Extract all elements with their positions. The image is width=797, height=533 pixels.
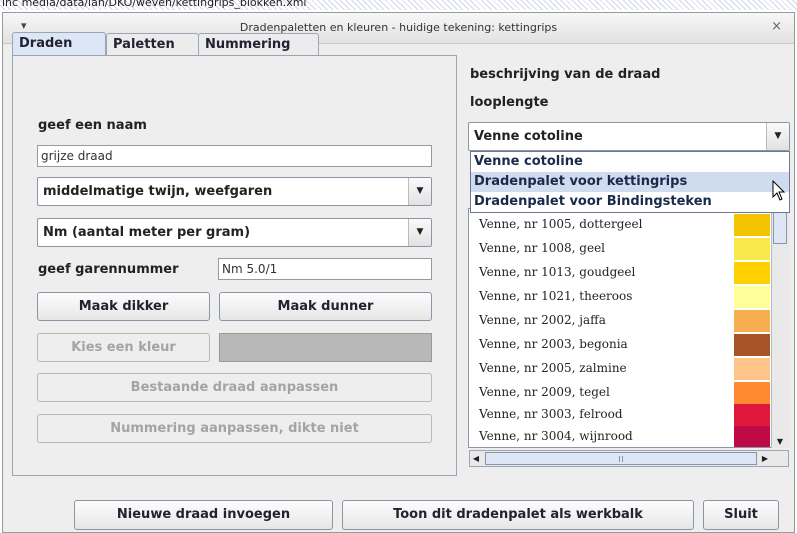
background-path-text: inc media/data/lan/DKO/weven/kettingrips… bbox=[2, 0, 307, 9]
chevron-down-icon[interactable]: ▼ bbox=[408, 178, 431, 205]
yarn-name: Venne, nr 3004, wijnrood bbox=[479, 429, 633, 443]
color-swatch bbox=[734, 238, 770, 260]
scroll-down-icon[interactable]: ▼ bbox=[772, 437, 788, 447]
dropdown-item-highlighted[interactable]: Dradenpalet voor kettingrips bbox=[471, 172, 789, 192]
count-input[interactable]: Nm 5.0/1 bbox=[218, 258, 432, 280]
list-item[interactable]: Venne, nr 2002, jaffa bbox=[469, 309, 770, 332]
thicker-button[interactable]: Maak dikker bbox=[37, 292, 210, 321]
vertical-scrollbar[interactable] bbox=[771, 208, 790, 448]
color-swatch bbox=[734, 286, 770, 308]
chevron-down-icon[interactable]: ▼ bbox=[408, 219, 431, 246]
show-toolbar-button[interactable]: Toon dit dradenpalet als werkbalk bbox=[342, 500, 694, 530]
background-window-path: inc media/data/lan/DKO/weven/kettingrips… bbox=[0, 0, 797, 10]
scroll-right-icon[interactable]: ▶ bbox=[758, 452, 772, 465]
close-icon[interactable]: × bbox=[771, 19, 782, 34]
choose-color-button[interactable]: Kies een kleur bbox=[37, 333, 210, 362]
yarn-name: Venne, nr 1005, dottergeel bbox=[479, 217, 643, 231]
color-swatch bbox=[734, 310, 770, 332]
renumber-button[interactable]: Nummering aanpassen, dikte niet bbox=[37, 414, 432, 443]
color-preview bbox=[219, 333, 432, 362]
tab-paletten[interactable]: Paletten bbox=[106, 33, 199, 56]
color-swatch bbox=[734, 404, 770, 426]
name-label: geef een naam bbox=[38, 118, 147, 133]
palette-value: Venne cotoline bbox=[474, 129, 583, 144]
yarn-name: Venne, nr 2002, jaffa bbox=[479, 313, 606, 327]
color-swatch bbox=[734, 214, 770, 236]
yarn-name: Venne, nr 2005, zalmine bbox=[479, 361, 627, 375]
chevron-down-icon[interactable]: ▼ bbox=[766, 123, 789, 150]
color-swatch bbox=[734, 426, 770, 447]
yarn-type-select[interactable]: middelmatige twijn, weefgaren ▼ bbox=[37, 177, 432, 206]
list-item[interactable]: Venne, nr 1021, theeroos bbox=[469, 285, 770, 308]
scroll-grip-icon bbox=[619, 456, 623, 462]
yarn-name: Venne, nr 1013, goudgeel bbox=[479, 265, 636, 279]
yarn-name: Venne, nr 1008, geel bbox=[479, 241, 606, 255]
color-swatch bbox=[734, 358, 770, 380]
list-item[interactable]: Venne, nr 2003, begonia bbox=[469, 333, 770, 356]
palette-dropdown-menu[interactable]: Venne cotoline Dradenpalet voor kettingr… bbox=[470, 151, 790, 213]
yarn-name: Venne, nr 3003, felrood bbox=[479, 407, 623, 421]
color-swatch bbox=[734, 334, 770, 356]
yarn-name: Venne, nr 2003, begonia bbox=[479, 337, 628, 351]
dropdown-item[interactable]: Dradenpalet voor Bindingsteken bbox=[471, 192, 789, 212]
list-item[interactable]: Venne, nr 2005, zalmine bbox=[469, 357, 770, 380]
modify-yarn-button[interactable]: Bestaande draad aanpassen bbox=[37, 373, 432, 402]
yarn-type-value: middelmatige twijn, weefgaren bbox=[43, 184, 273, 199]
count-label: geef garennummer bbox=[38, 262, 179, 277]
list-item[interactable]: Venne, nr 3004, wijnrood bbox=[469, 425, 770, 447]
scroll-left-icon[interactable]: ◀ bbox=[469, 452, 483, 465]
dropdown-item[interactable]: Venne cotoline bbox=[471, 152, 789, 172]
mouse-cursor-icon bbox=[772, 180, 786, 201]
list-item[interactable]: Venne, nr 2009, tegel bbox=[469, 381, 770, 404]
list-item[interactable]: Venne, nr 1013, goudgeel bbox=[469, 261, 770, 284]
unit-select[interactable]: Nm (aantal meter per gram) ▼ bbox=[37, 218, 432, 247]
list-item[interactable]: Venne, nr 1005, dottergeel bbox=[469, 213, 770, 236]
tab-draden[interactable]: Draden bbox=[12, 32, 106, 57]
yarn-name: Venne, nr 1021, theeroos bbox=[479, 289, 633, 303]
yarn-list[interactable]: Venne, nr 1005, dottergeel Venne, nr 100… bbox=[468, 208, 790, 448]
list-item[interactable]: Venne, nr 1008, geel bbox=[469, 237, 770, 260]
vertical-scroll-thumb[interactable] bbox=[773, 212, 787, 244]
yarn-name: Venne, nr 2009, tegel bbox=[479, 385, 610, 399]
tab-nummering[interactable]: Nummering bbox=[198, 33, 319, 56]
close-button[interactable]: Sluit bbox=[703, 500, 779, 530]
palette-select[interactable]: Venne cotoline ▼ bbox=[468, 122, 790, 151]
list-item[interactable]: Venne, nr 3003, felrood bbox=[469, 403, 770, 426]
color-swatch bbox=[734, 382, 770, 404]
color-swatch bbox=[734, 262, 770, 284]
unit-value: Nm (aantal meter per gram) bbox=[43, 225, 251, 240]
name-input[interactable]: grijze draad bbox=[37, 145, 432, 167]
new-yarn-button[interactable]: Nieuwe draad invoegen bbox=[74, 500, 333, 530]
length-label: looplengte bbox=[470, 95, 549, 110]
description-label: beschrijving van de draad bbox=[470, 67, 661, 82]
thinner-button[interactable]: Maak dunner bbox=[219, 292, 432, 321]
